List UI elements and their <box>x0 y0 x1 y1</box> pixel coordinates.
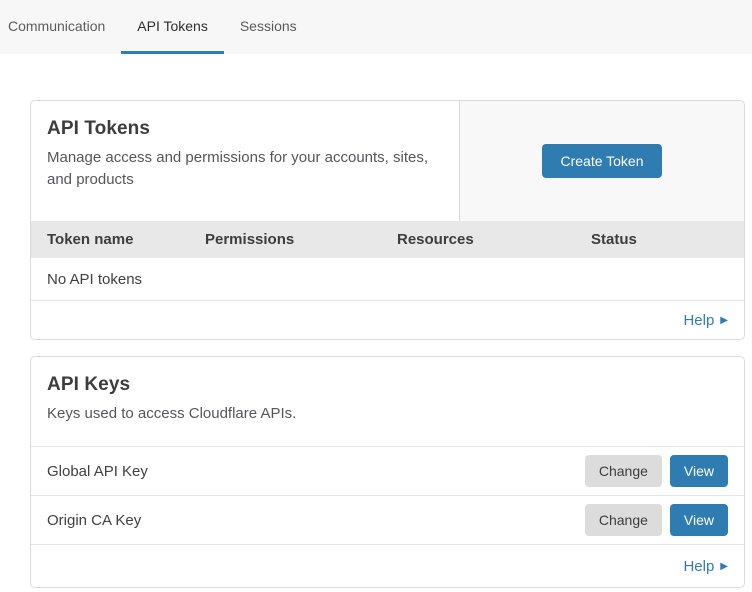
origin-ca-key-row: Origin CA Key Change View <box>31 496 744 545</box>
api-tokens-card-header-text: API Tokens Manage access and permissions… <box>31 101 459 221</box>
api-keys-card: API Keys Keys used to access Cloudflare … <box>30 356 745 588</box>
no-tokens-message: No API tokens <box>47 271 142 288</box>
column-header-resources: Resources <box>397 231 591 248</box>
origin-ca-key-change-button[interactable]: Change <box>585 504 662 536</box>
tab-api-tokens[interactable]: API Tokens <box>121 0 224 54</box>
api-keys-card-footer: Help ▶ <box>31 545 744 587</box>
create-token-button[interactable]: Create Token <box>542 144 661 178</box>
global-api-key-label: Global API Key <box>47 463 577 480</box>
help-link-label: Help <box>683 312 714 329</box>
origin-ca-key-view-button[interactable]: View <box>670 504 728 536</box>
api-tokens-help-link[interactable]: Help ▶ <box>683 312 728 329</box>
column-header-permissions: Permissions <box>205 231 397 248</box>
help-arrow-icon: ▶ <box>720 314 728 326</box>
global-api-key-view-button[interactable]: View <box>670 455 728 487</box>
api-keys-help-link[interactable]: Help ▶ <box>683 558 728 575</box>
help-arrow-icon: ▶ <box>720 560 728 572</box>
origin-ca-key-label: Origin CA Key <box>47 512 577 529</box>
tokens-empty-row: No API tokens <box>31 258 744 301</box>
api-tokens-card-action-area: Create Token <box>459 101 744 221</box>
api-keys-description: Keys used to access Cloudflare APIs. <box>47 403 728 425</box>
api-tokens-card-header: API Tokens Manage access and permissions… <box>31 101 744 221</box>
api-tokens-card: API Tokens Manage access and permissions… <box>30 100 745 340</box>
column-header-status: Status <box>591 231 744 248</box>
api-keys-title: API Keys <box>47 374 728 396</box>
api-tokens-card-footer: Help ▶ <box>31 301 744 339</box>
page-content: API Tokens Manage access and permissions… <box>0 54 752 588</box>
api-tokens-description: Manage access and permissions for your a… <box>47 147 443 191</box>
global-api-key-change-button[interactable]: Change <box>585 455 662 487</box>
global-api-key-row: Global API Key Change View <box>31 447 744 496</box>
help-link-label: Help <box>683 558 714 575</box>
tokens-table-header: Token name Permissions Resources Status <box>31 221 744 258</box>
api-tokens-title: API Tokens <box>47 118 443 140</box>
tab-communication[interactable]: Communication <box>8 0 121 54</box>
tab-bar: Communication API Tokens Sessions <box>0 0 752 54</box>
column-header-token-name: Token name <box>47 231 205 248</box>
tab-sessions[interactable]: Sessions <box>224 0 313 54</box>
api-keys-card-header: API Keys Keys used to access Cloudflare … <box>31 357 744 447</box>
